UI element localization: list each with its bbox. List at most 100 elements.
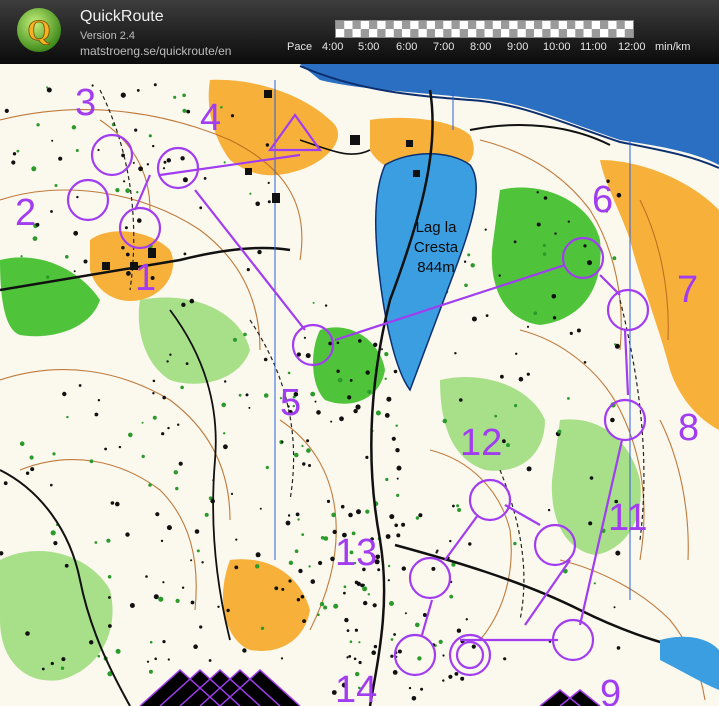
map-dot <box>235 538 238 541</box>
map-dot <box>199 625 203 629</box>
control-number: 8 <box>678 407 699 449</box>
map-dot <box>373 644 378 649</box>
map-dot <box>177 423 180 426</box>
pace-scale-cell <box>393 29 402 37</box>
map-dot <box>326 499 331 503</box>
map-dot <box>494 414 498 418</box>
map-dot <box>50 210 53 213</box>
pace-scale-cell <box>575 29 584 37</box>
pace-scale-cell <box>517 21 526 29</box>
map-dot <box>384 413 390 418</box>
map-dot <box>331 512 336 518</box>
map-dot <box>162 395 166 400</box>
map-dot <box>138 166 144 172</box>
map-dot <box>616 192 622 198</box>
map-dot <box>132 161 135 164</box>
map-dot <box>173 95 177 99</box>
pace-scale-cell <box>410 29 419 37</box>
pace-tick: 9:00 <box>507 41 529 53</box>
lake-name: Lag la <box>416 219 458 236</box>
map-dot <box>196 549 200 553</box>
map-dot <box>306 448 311 453</box>
pace-scale-cell <box>591 29 600 37</box>
map-dot <box>295 512 300 517</box>
map-dot <box>148 134 152 138</box>
map-dot <box>503 657 507 661</box>
map-dot <box>41 667 45 671</box>
map-dot <box>454 672 459 676</box>
map-dot <box>526 466 532 472</box>
map-dot <box>452 504 455 508</box>
pace-scale-cell <box>468 21 477 29</box>
map-dot <box>208 659 212 662</box>
map-dot <box>308 565 311 568</box>
pace-scale-cell <box>377 29 386 37</box>
pace-scale-cell <box>567 21 576 29</box>
map-dot <box>120 92 126 98</box>
map-dot <box>201 561 204 564</box>
map-dot <box>288 579 292 583</box>
map-dot <box>153 594 159 600</box>
map-dot <box>377 568 381 572</box>
map-dot <box>89 459 94 464</box>
map-dot <box>155 512 160 517</box>
map-dot <box>381 348 383 351</box>
map-dot <box>302 462 306 466</box>
control-number: 1 <box>135 257 156 299</box>
map-dot <box>340 504 345 509</box>
pace-scale-bar <box>335 20 634 38</box>
map-dot <box>613 343 617 346</box>
map-dot <box>353 408 358 414</box>
map-dot <box>395 448 400 453</box>
map-dot <box>134 128 138 132</box>
map-dot <box>71 125 77 130</box>
map-dot <box>181 302 186 307</box>
map-dot <box>294 452 299 458</box>
map-dot <box>353 657 357 661</box>
map-dot <box>217 605 220 608</box>
app-url[interactable]: matstroeng.se/quickroute/en <box>80 44 231 58</box>
control-number: 11 <box>608 497 647 539</box>
map-dot <box>149 640 153 644</box>
map-dot <box>97 148 100 152</box>
map-dot <box>274 586 279 591</box>
lake-elevation: 844m <box>417 259 455 276</box>
map-dot <box>363 600 368 606</box>
map-dot <box>354 628 358 632</box>
map-dot <box>583 361 587 364</box>
orienteering-map[interactable]: Lag la Cresta 844m 123 4567811121314 9 <box>0 64 719 706</box>
map-dot <box>588 521 593 526</box>
map-dot <box>166 360 169 363</box>
map-dot <box>125 271 131 276</box>
map-dot <box>255 201 260 207</box>
map-dot <box>396 477 399 480</box>
map-dot <box>287 514 291 517</box>
map-dot <box>306 439 310 443</box>
map-dot <box>358 339 362 343</box>
map-dot <box>146 660 150 663</box>
map-dot <box>294 549 299 553</box>
map-dot <box>515 352 518 355</box>
map-dot <box>343 585 347 589</box>
map-dot <box>385 477 389 482</box>
map-dot <box>615 550 621 556</box>
app-name: QuickRoute <box>80 8 164 25</box>
map-dot <box>543 196 548 200</box>
map-dot <box>373 342 378 347</box>
map-dot <box>442 654 445 657</box>
pace-tick: 5:00 <box>358 41 380 53</box>
control-number: 14 <box>335 669 377 706</box>
map-dot <box>118 445 122 449</box>
map-dot <box>230 114 235 118</box>
map-dot <box>589 476 594 480</box>
map-dot <box>330 420 333 423</box>
map-dot <box>11 160 16 165</box>
map-dot <box>255 552 261 558</box>
app-header: Q QuickRoute Version 2.4 matstroeng.se/q… <box>0 0 719 64</box>
pace-scale-cell <box>492 29 501 37</box>
map-dot <box>152 415 157 420</box>
map-dot <box>175 598 180 604</box>
map-dot <box>454 352 457 355</box>
map-dot <box>152 144 155 148</box>
map-dot <box>310 579 316 584</box>
